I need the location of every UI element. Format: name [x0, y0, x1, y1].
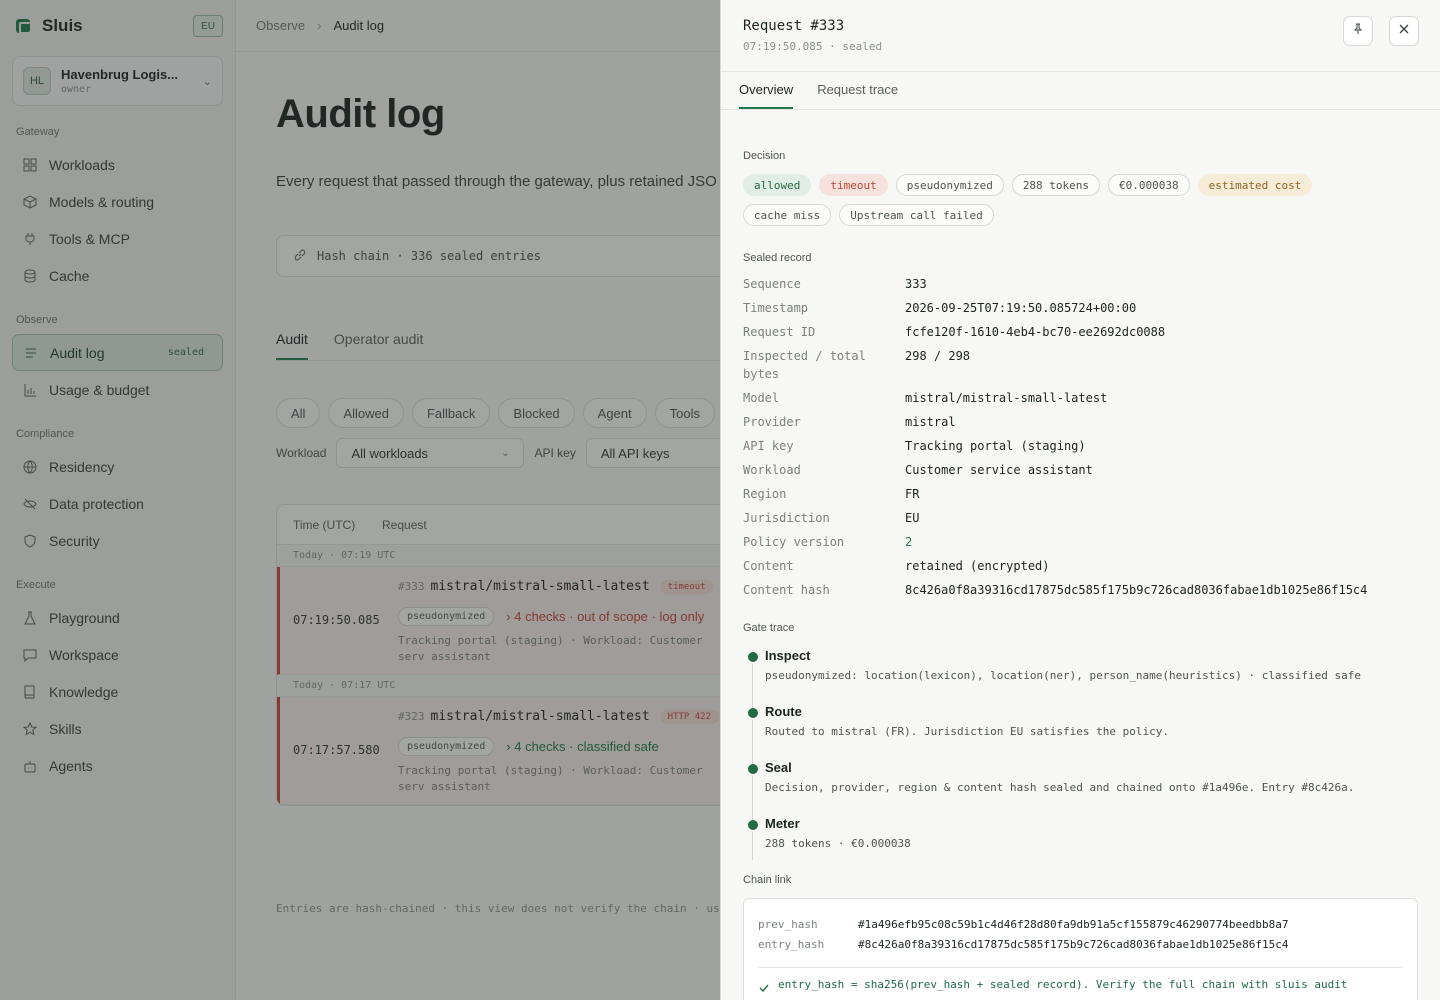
close-button[interactable] [1389, 16, 1419, 46]
badge-timeout: timeout [819, 174, 888, 196]
entry-hash-value: #8c426a0f8a39316cd17875dc585f175b9c726ca… [858, 938, 1289, 951]
record-value: FR [905, 487, 920, 501]
decision-label: Decision [743, 150, 786, 162]
divider [758, 967, 1403, 968]
step-dot-icon [748, 652, 758, 662]
record-row: Timestamp 2026-09-25T07:19:50.085724+00:0… [743, 296, 1418, 320]
entry-hash-key: entry_hash [758, 938, 825, 951]
record-row: Content hash 8c426a0f8a39316cd17875dc585f… [743, 578, 1418, 602]
record-row: Region FR [743, 482, 1418, 506]
gate-step: Inspect pseudonymized: location(lexicon)… [743, 648, 1418, 708]
record-row: Sequence 333 [743, 272, 1418, 296]
gate-name: Seal [765, 760, 792, 775]
record-key: API key [743, 439, 794, 453]
tab-overview[interactable]: Overview [739, 72, 794, 109]
record-key: Policy version [743, 535, 845, 549]
gate-name: Inspect [765, 648, 811, 663]
record-value: 298 / 298 [905, 349, 971, 363]
record-row: Provider mistral [743, 410, 1418, 434]
record-row: Workload Customer service assistant [743, 458, 1418, 482]
record-key: Request ID [743, 325, 816, 339]
badge-tokens: 288 tokens [1011, 174, 1101, 196]
chain-link-label: Chain link [743, 874, 792, 886]
gate-step: Seal Decision, provider, region & conten… [743, 760, 1418, 820]
record-key: Content hash [743, 583, 830, 597]
prev-hash-key: prev_hash [758, 918, 818, 931]
gate-name: Route [765, 704, 802, 719]
badge-estimated-cost: estimated cost [1197, 174, 1313, 196]
step-dot-icon [748, 764, 758, 774]
record-row: Content retained (encrypted) [743, 554, 1418, 578]
chain-row: prev_hash #1a496efb95c08c59b1c4d46f28d80… [758, 915, 1403, 935]
record-row: Model mistral/mistral-small-latest [743, 386, 1418, 410]
gate-trace-label: Gate trace [743, 622, 795, 634]
gate-desc: Routed to mistral (FR). Jurisdiction EU … [765, 725, 1169, 738]
record-key: Content [743, 559, 794, 573]
record-value: EU [905, 511, 920, 525]
gate-desc: Decision, provider, region & content has… [765, 781, 1355, 794]
chain-note: entry_hash = sha256(prev_hash + sealed r… [758, 978, 1403, 993]
tab-request-trace[interactable]: Request trace [817, 72, 898, 109]
modal-backdrop[interactable] [0, 0, 720, 1000]
record-key: Model [743, 391, 780, 405]
record-value: mistral/mistral-small-latest [905, 391, 1108, 405]
drawer-subtitle: 07:19:50.085 · sealed [743, 40, 883, 53]
badge-upstream-failed: Upstream call failed [839, 204, 994, 226]
sealed-record: Sequence 333 Timestamp 2026-09-25T07:19:50… [743, 272, 1418, 602]
drawer-title: Request #333 [743, 18, 845, 34]
record-key: Workload [743, 463, 801, 477]
badge-cost: €0.000038 [1108, 174, 1190, 196]
record-key: Sequence [743, 277, 801, 291]
chain-row: entry_hash #8c426a0f8a39316cd17875dc585f… [758, 935, 1403, 955]
badge-pseudonymized: pseudonymized [895, 174, 1004, 196]
gate-name: Meter [765, 816, 800, 831]
record-row: API key Tracking portal (staging) [743, 434, 1418, 458]
badge-cache-miss: cache miss [743, 204, 832, 226]
step-dot-icon [748, 708, 758, 718]
step-connector [752, 720, 753, 764]
sealed-record-label: Sealed record [743, 252, 812, 264]
chain-note-text: entry_hash = sha256(prev_hash + sealed r… [778, 978, 1348, 991]
record-value: Customer service assistant [905, 463, 1093, 477]
badge-allowed: allowed [743, 174, 812, 196]
check-icon [758, 982, 770, 997]
record-value: 333 [905, 277, 927, 291]
gate-step: Meter 288 tokens · €0.000038 [743, 816, 1418, 860]
close-icon [1398, 22, 1410, 40]
record-value: fcfe120f-1610-4eb4-bc70-ee2692dc0088 [905, 325, 1166, 339]
gate-desc: pseudonymized: location(lexicon), locati… [765, 669, 1362, 682]
record-key: Jurisdiction [743, 511, 830, 525]
step-connector [752, 832, 753, 860]
record-key: Inspected / total bytes [743, 349, 866, 381]
record-value: 8c426a0f8a39316cd17875dc585f175b9c726cad… [905, 583, 1368, 597]
step-dot-icon [748, 820, 758, 830]
gate-desc: 288 tokens · €0.000038 [765, 837, 911, 850]
record-value: Tracking portal (staging) [905, 439, 1086, 453]
decision-badges: allowed timeout pseudonymized 288 tokens… [743, 174, 1403, 234]
request-detail-drawer: Request #333 07:19:50.085 · sealed Overv… [720, 0, 1440, 1000]
record-row: Jurisdiction EU [743, 506, 1418, 530]
gate-step: Route Routed to mistral (FR). Jurisdicti… [743, 704, 1418, 764]
drawer-tabs: Overview Request trace [721, 72, 1440, 110]
record-row: Policy version 2 [743, 530, 1418, 554]
policy-version-link[interactable]: 2 [905, 530, 912, 554]
record-value: retained (encrypted) [905, 559, 1050, 573]
record-row: Inspected / total bytes 298 / 298 [743, 344, 1418, 386]
record-value: 2026-09-25T07:19:50.085724+00:00 [905, 301, 1137, 315]
record-value: mistral [905, 415, 956, 429]
record-row: Request ID fcfe120f-1610-4eb4-bc70-ee2692… [743, 320, 1418, 344]
record-key: Provider [743, 415, 801, 429]
prev-hash-value: #1a496efb95c08c59b1c4d46f28d80fa9db91a5c… [858, 918, 1289, 931]
drawer-header: Request #333 07:19:50.085 · sealed [721, 0, 1440, 72]
record-key: Timestamp [743, 301, 809, 315]
pin-button[interactable] [1343, 16, 1373, 46]
pin-icon [1352, 22, 1364, 40]
record-key: Region [743, 487, 787, 501]
step-connector [752, 664, 753, 708]
gate-trace: Inspect pseudonymized: location(lexicon)… [743, 648, 1418, 860]
step-connector [752, 776, 753, 820]
chain-link-box: prev_hash #1a496efb95c08c59b1c4d46f28d80… [743, 898, 1418, 1000]
